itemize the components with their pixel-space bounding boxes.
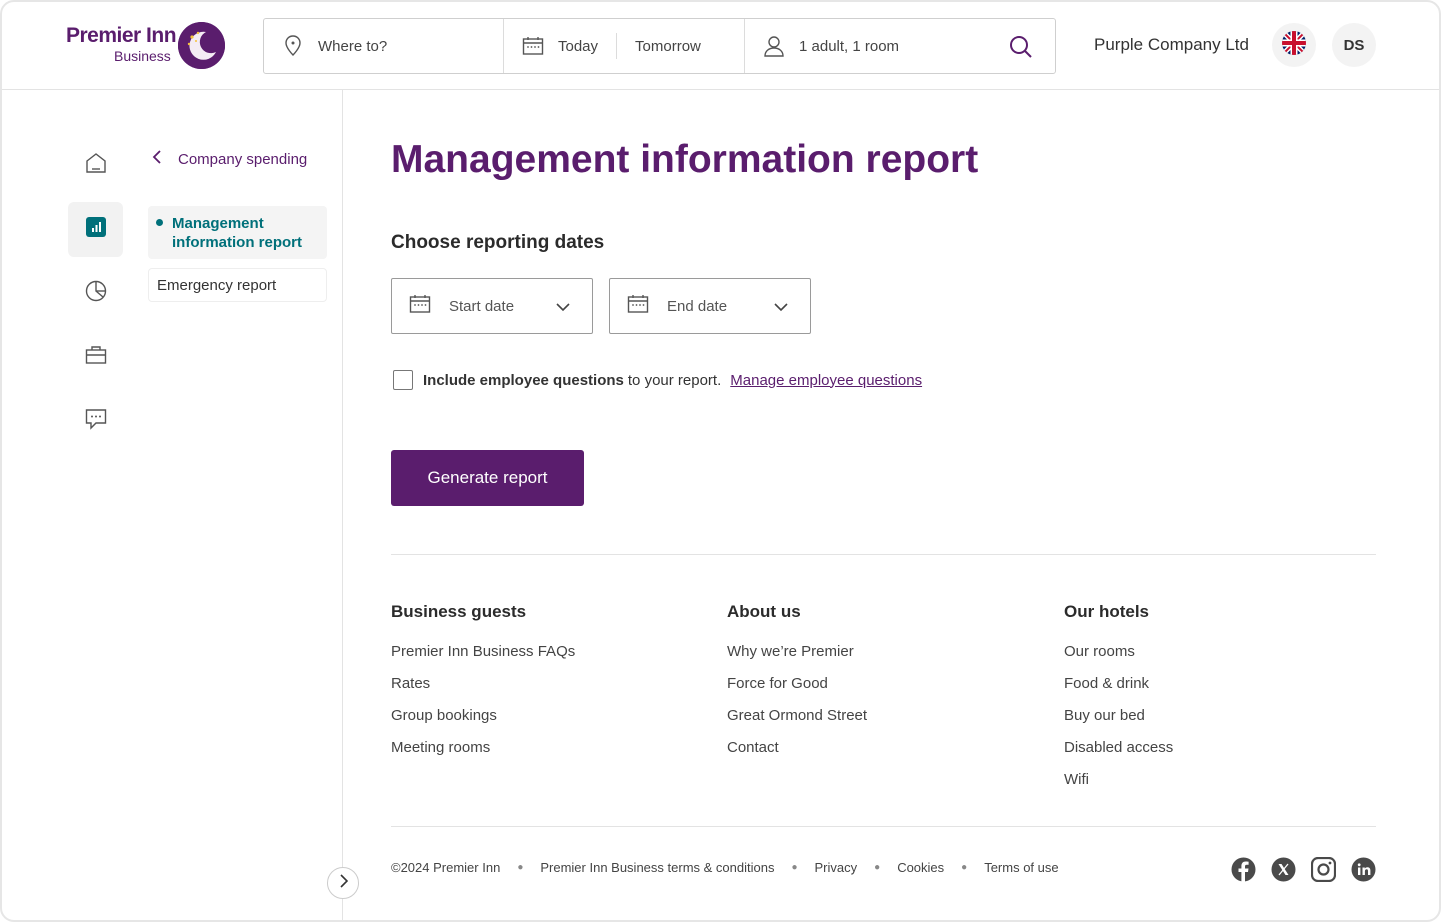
- language-selector[interactable]: [1272, 23, 1316, 67]
- back-to-company-spending[interactable]: Company spending: [152, 150, 307, 168]
- rail-home[interactable]: [68, 138, 123, 193]
- footer-divider: [391, 554, 1376, 555]
- brand-subtitle: Business: [114, 48, 171, 64]
- footer-link[interactable]: Force for Good: [727, 675, 867, 707]
- terms-of-use-link[interactable]: Terms of use: [984, 860, 1058, 875]
- footer-link[interactable]: Food & drink: [1064, 675, 1173, 707]
- destination-placeholder: Where to?: [318, 37, 388, 55]
- start-date-placeholder: Start date: [449, 297, 515, 315]
- footer-link[interactable]: Our rooms: [1064, 643, 1173, 675]
- footer-link[interactable]: Disabled access: [1064, 739, 1173, 771]
- user-avatar[interactable]: DS: [1332, 23, 1376, 67]
- app-window: Premier Inn Business Where to? Today Tom…: [0, 0, 1441, 922]
- sidebar-item-label: Emergency report: [157, 277, 277, 294]
- back-link-label: Company spending: [178, 150, 308, 168]
- footer-column-business-guests: Business guests Premier Inn Business FAQ…: [391, 602, 575, 771]
- section-heading: Choose reporting dates: [391, 232, 605, 253]
- chevron-left-icon: [152, 150, 162, 168]
- dates-field[interactable]: Today Tomorrow: [504, 19, 745, 73]
- uk-flag-icon: [1282, 30, 1306, 60]
- guests-summary: 1 adult, 1 room: [799, 37, 900, 55]
- footer-link[interactable]: Meeting rooms: [391, 739, 575, 771]
- footer-link[interactable]: Why we’re Premier: [727, 643, 867, 675]
- sidebar: Company spending Management information …: [2, 90, 359, 920]
- include-employee-questions-checkbox[interactable]: [393, 370, 413, 390]
- footer-link[interactable]: Great Ormond Street: [727, 707, 867, 739]
- footer-link[interactable]: Premier Inn Business FAQs: [391, 643, 575, 675]
- chat-icon: [85, 408, 107, 435]
- rail-reports[interactable]: [68, 202, 123, 257]
- end-date-dropdown[interactable]: End date: [609, 278, 811, 334]
- rail-messages[interactable]: [68, 394, 123, 449]
- guests-field[interactable]: 1 adult, 1 room: [745, 19, 1055, 73]
- footer-link[interactable]: Wifi: [1064, 771, 1173, 803]
- user-initials: DS: [1343, 36, 1365, 54]
- footer-link[interactable]: Group bookings: [391, 707, 575, 739]
- chevron-down-icon: [774, 299, 788, 316]
- checkbox-label-bold: Include employee questions: [423, 371, 624, 389]
- x-icon[interactable]: [1271, 857, 1296, 882]
- terms-conditions-link[interactable]: Premier Inn Business terms & conditions: [540, 860, 774, 875]
- home-icon: [85, 152, 107, 179]
- moon-logo-icon: [178, 22, 225, 69]
- page-title: Management information report: [391, 138, 979, 181]
- sidebar-item-emergency-report[interactable]: Emergency report: [148, 268, 327, 302]
- cookies-link[interactable]: Cookies: [897, 860, 944, 875]
- rail-bookings[interactable]: [68, 330, 123, 385]
- generate-report-label: Generate report: [427, 468, 548, 487]
- bullet-separator: ●: [874, 862, 881, 873]
- header: Premier Inn Business Where to? Today Tom…: [2, 2, 1439, 90]
- bullet-separator: ●: [961, 862, 968, 873]
- footer-heading: Business guests: [391, 602, 527, 621]
- location-pin-icon: [282, 35, 304, 57]
- destination-field[interactable]: Where to?: [264, 19, 504, 73]
- manage-employee-questions-link[interactable]: Manage employee questions: [730, 372, 922, 389]
- bullet-separator: ●: [791, 862, 798, 873]
- footer-link[interactable]: Buy our bed: [1064, 707, 1173, 739]
- checkbox-label-rest: to your report.: [627, 371, 722, 389]
- start-date-dropdown[interactable]: Start date: [391, 278, 593, 334]
- active-indicator: [156, 219, 163, 226]
- footer-heading: About us: [727, 602, 801, 621]
- calendar-icon: [627, 294, 649, 318]
- rail-analytics[interactable]: [68, 266, 123, 321]
- checkin-date: Today: [558, 37, 599, 55]
- briefcase-icon: [85, 345, 107, 370]
- checkout-date: Tomorrow: [635, 37, 701, 55]
- date-divider: [616, 33, 618, 59]
- generate-report-button[interactable]: Generate report: [391, 450, 584, 506]
- booking-search-bar: Where to? Today Tomorrow 1 adult, 1 room: [263, 18, 1056, 74]
- employee-questions-row: Include employee questions to your repor…: [393, 370, 922, 390]
- calendar-icon: [409, 294, 431, 318]
- chevron-right-icon: [339, 873, 348, 893]
- instagram-icon[interactable]: [1310, 856, 1337, 883]
- sidebar-toggle-button[interactable]: [327, 867, 359, 899]
- company-name[interactable]: Purple Company Ltd: [1094, 35, 1249, 55]
- facebook-icon[interactable]: [1231, 857, 1256, 882]
- footer-link[interactable]: Rates: [391, 675, 575, 707]
- copyright: ©2024 Premier Inn: [391, 860, 501, 875]
- footer-column-our-hotels: Our hotels Our rooms Food & drink Buy ou…: [1064, 602, 1173, 803]
- linkedin-icon[interactable]: [1351, 857, 1376, 882]
- sidebar-item-label: Management information report: [172, 215, 302, 251]
- footer-heading: Our hotels: [1064, 602, 1150, 621]
- sidebar-item-management-report[interactable]: Management information report: [148, 206, 327, 259]
- end-date-placeholder: End date: [667, 297, 728, 315]
- pie-chart-icon: [85, 280, 107, 307]
- privacy-link[interactable]: Privacy: [815, 860, 858, 875]
- search-icon[interactable]: [1009, 35, 1033, 59]
- chevron-down-icon: [556, 299, 570, 316]
- social-links: [1216, 856, 1376, 883]
- legal-divider: [391, 826, 1376, 827]
- person-icon: [763, 35, 785, 57]
- footer-link[interactable]: Contact: [727, 739, 867, 771]
- calendar-icon: [522, 35, 544, 57]
- brand-logo[interactable]: Premier Inn Business: [66, 20, 226, 72]
- brand-name: Premier Inn: [66, 24, 177, 47]
- footer-column-about-us: About us Why we’re Premier Force for Goo…: [727, 602, 867, 771]
- report-chart-icon: [85, 217, 106, 242]
- legal-links: ©2024 Premier Inn ● Premier Inn Business…: [391, 860, 1059, 875]
- bullet-separator: ●: [517, 862, 524, 873]
